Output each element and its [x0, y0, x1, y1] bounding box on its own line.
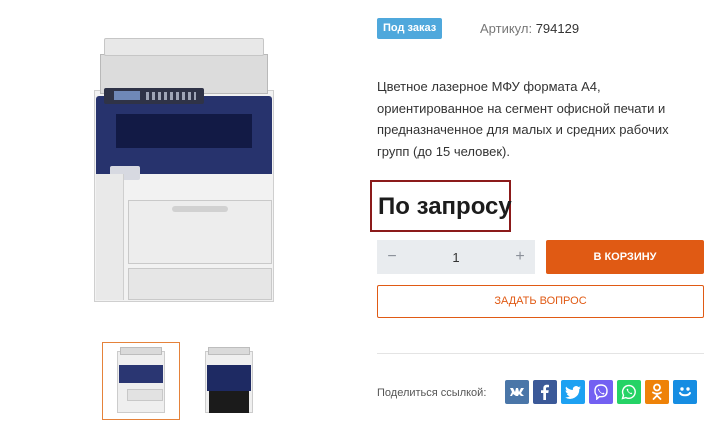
quantity-input[interactable] [407, 240, 505, 274]
quantity-decrease-button[interactable]: − [377, 240, 407, 274]
facebook-icon[interactable] [533, 380, 557, 404]
add-to-cart-button[interactable]: В КОРЗИНУ [546, 240, 704, 274]
product-main-image[interactable] [90, 32, 286, 304]
printer-feeder-tray [104, 38, 264, 56]
share-label: Поделиться ссылкой: [377, 387, 487, 399]
ask-question-button[interactable]: ЗАДАТЬ ВОПРОС [377, 285, 704, 318]
sku-value: 794129 [535, 21, 580, 36]
printer-output-slot [116, 114, 252, 148]
thumbnail-printer-top [120, 347, 162, 355]
thumbnail-printer-tray [127, 389, 163, 401]
quantity-increase-button[interactable]: + [505, 240, 535, 274]
thumbnail-printer-top [208, 347, 250, 355]
thumbnail-printer-housing [119, 365, 163, 383]
thumbnail-printer-housing [207, 365, 251, 391]
thumbnail-printer-open-drawer [209, 391, 249, 413]
gallery-thumbnail-1[interactable] [102, 342, 180, 420]
gallery-thumbnail-2[interactable] [190, 342, 268, 420]
price-highlight: По запросу [370, 180, 512, 232]
product-description: Цветное лазерное МФУ формата А4, ориенти… [377, 79, 669, 159]
divider [377, 353, 704, 354]
sku: Артикул: 794129 [480, 20, 579, 38]
availability-badge: Под заказ [377, 18, 443, 39]
whatsapp-icon[interactable] [617, 380, 641, 404]
quantity-stepper: − + [377, 240, 535, 274]
printer-tray-handle [172, 206, 228, 212]
vk-icon[interactable] [505, 380, 529, 404]
sku-label: Артикул: [480, 21, 533, 36]
printer-tray-lower [128, 268, 272, 300]
twitter-icon[interactable] [561, 380, 585, 404]
odnoklassniki-icon[interactable] [645, 380, 669, 404]
moimir-icon[interactable] [673, 380, 697, 404]
share-buttons [505, 380, 697, 404]
printer-keypad [146, 92, 196, 100]
printer-front-panel [96, 174, 124, 300]
price: По запросу [378, 193, 512, 220]
printer-screen [114, 91, 140, 100]
viber-icon[interactable] [589, 380, 613, 404]
